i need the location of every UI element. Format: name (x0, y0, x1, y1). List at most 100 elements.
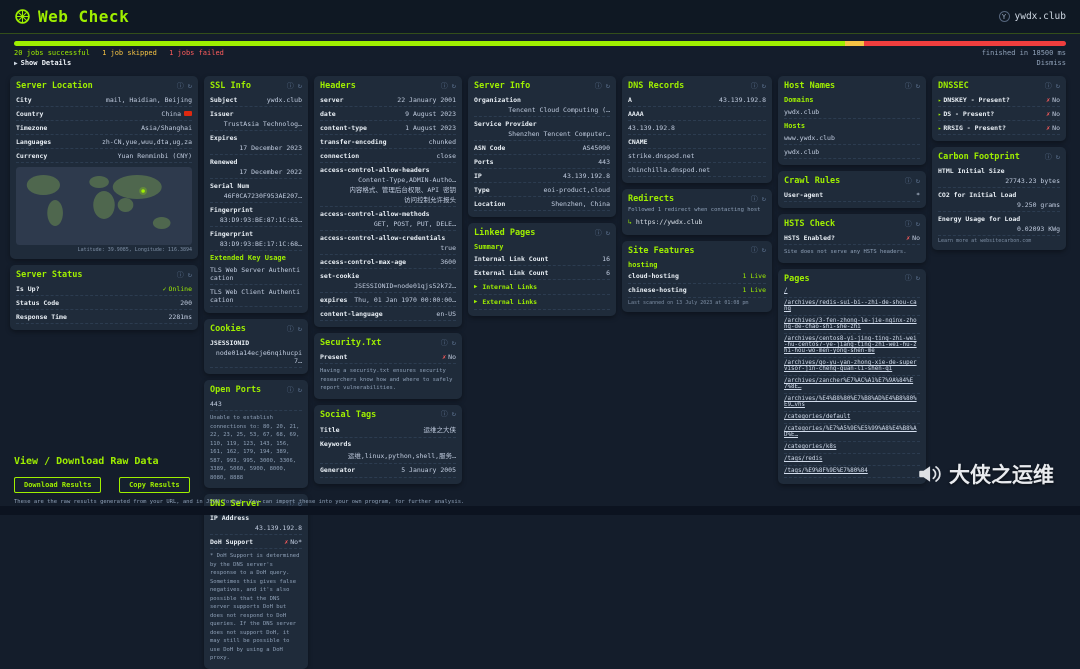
info-icon[interactable]: ⓘ (1045, 82, 1052, 90)
info-icon[interactable]: ⓘ (905, 275, 912, 282)
page-link[interactable]: / (784, 286, 920, 298)
refresh-icon[interactable]: ↻ (762, 82, 766, 90)
redirect-destination[interactable]: ↳ https://ywdx.club (628, 215, 766, 229)
info-icon[interactable]: ⓘ (751, 247, 758, 254)
table-row: connection close (320, 149, 456, 163)
scanned-site[interactable]: Y ywdx.club (998, 11, 1066, 22)
table-row: Serial Num 46F0CA7230F953AE207… (210, 179, 302, 203)
finished-time-text: finished in 18500 ms (981, 49, 1066, 57)
row-label: Timezone (16, 123, 48, 132)
refresh-icon[interactable]: ↻ (916, 82, 920, 90)
results-grid: Server Location ⓘ ↻ City mail, Haidian, … (0, 67, 1080, 669)
row-label: Serial Num (210, 181, 250, 190)
info-icon[interactable]: ⓘ (177, 82, 184, 90)
links-expander[interactable]: ▶ External Links (474, 295, 610, 310)
info-icon[interactable]: ⓘ (595, 82, 602, 90)
row-value: 27743.23 bytes (1005, 176, 1060, 185)
info-icon[interactable]: ⓘ (287, 82, 294, 90)
refresh-icon[interactable]: ↻ (916, 275, 920, 282)
chevron-right-icon: ▶ (474, 284, 478, 290)
page-link[interactable]: /categories/k8s (784, 442, 920, 454)
row-label: Is Up? (16, 284, 40, 293)
row-value: 2281ms (168, 312, 192, 321)
column-1: Server Location ⓘ ↻ City mail, Haidian, … (10, 76, 198, 330)
info-icon[interactable]: ⓘ (287, 325, 294, 333)
download-results-button[interactable]: Download Results (14, 477, 102, 493)
info-icon[interactable]: ⓘ (177, 271, 184, 279)
row-value: 22 January 2001 (397, 95, 456, 104)
show-details-toggle[interactable]: ▶ Show Details (14, 59, 71, 67)
refresh-icon[interactable]: ↻ (1056, 153, 1060, 161)
row-label: connection (320, 151, 360, 160)
info-icon[interactable]: ⓘ (751, 82, 758, 90)
refresh-icon[interactable]: ↻ (298, 82, 302, 90)
row-label: Internal Link Count (474, 254, 549, 263)
page-link[interactable]: /categories/default (784, 412, 920, 424)
refresh-icon[interactable]: ↻ (762, 195, 766, 203)
refresh-icon[interactable]: ↻ (1056, 82, 1060, 90)
dismiss-button[interactable]: Dismiss (1036, 59, 1066, 67)
row-value: Asia/Shanghai (141, 123, 192, 132)
refresh-icon[interactable]: ↻ (606, 82, 610, 90)
refresh-icon[interactable]: ↻ (452, 339, 456, 347)
card-redirects: Redirects ⓘ ↻ Followed 1 redirect when c… (622, 189, 772, 235)
info-icon[interactable]: ⓘ (1045, 153, 1052, 161)
row-label: CO2 for Initial Load (938, 190, 1017, 199)
cross-icon: ✗ (1046, 123, 1051, 132)
card-title: Carbon Footprint (938, 152, 1020, 162)
row-value: mail, Haidian, Beijing (105, 95, 192, 104)
table-row: Languages zh-CN,yue,wuu,dta,ug,za (16, 135, 192, 149)
row-label: Organization (474, 95, 521, 104)
refresh-icon[interactable]: ↻ (188, 271, 192, 279)
info-icon[interactable]: ⓘ (441, 411, 448, 418)
dnssec-row[interactable]: ▸ RRSIG - Present? ✗ No (938, 121, 1060, 135)
refresh-icon[interactable]: ↻ (606, 229, 610, 237)
info-icon[interactable]: ⓘ (905, 177, 912, 185)
copy-results-button[interactable]: Copy Results (119, 477, 190, 493)
info-icon[interactable]: ⓘ (905, 220, 912, 228)
refresh-icon[interactable]: ↻ (452, 411, 456, 418)
refresh-icon[interactable]: ↻ (452, 82, 456, 90)
dnssec-row[interactable]: ▸ DNSKEY - Present? ✗ No (938, 93, 1060, 107)
cross-icon: ✗ (442, 352, 447, 361)
refresh-icon[interactable]: ↻ (298, 325, 302, 333)
page-link[interactable]: /archives/3-fen-zhong-le-jie-nginx-zhong… (784, 316, 920, 334)
page-link[interactable]: /archives/redis-sui-bi--zhi-de-shou-cang (784, 298, 920, 316)
dnssec-row[interactable]: ▸ DS - Present? ✗ No (938, 107, 1060, 121)
ssl-extended-key-usage-heading: Extended Key Usage (210, 254, 286, 262)
refresh-icon[interactable]: ↻ (762, 247, 766, 254)
page-link[interactable]: /archives/centos8-yi-jing-ting-zhi-wei-h… (784, 334, 920, 358)
table-row: Renewed 17 December 2022 (210, 155, 302, 179)
dns-record-value: 43.139.192.8 (628, 121, 766, 135)
page-link[interactable]: /archives/go-yu-yan-zhong-xie-de-supervi… (784, 358, 920, 376)
info-icon[interactable]: ⓘ (751, 195, 758, 203)
row-label: set-cookie (320, 271, 360, 280)
table-row: Response Time 2281ms (16, 310, 192, 324)
info-icon[interactable]: ⓘ (287, 386, 294, 394)
row-label: Renewed (210, 157, 238, 166)
row-value: 200 (180, 298, 192, 307)
info-icon[interactable]: ⓘ (441, 82, 448, 90)
info-icon[interactable]: ⓘ (441, 339, 448, 347)
page-link[interactable]: /archives/zancher%E7%AC%A1%E7%9A%84%E7%8… (784, 376, 920, 394)
links-expander[interactable]: ▶ Internal Links (474, 280, 610, 295)
page-link[interactable]: /tags/%E9%8F%9E%E7%80%84 (784, 466, 920, 478)
page-link[interactable]: /tags/redis (784, 454, 920, 466)
row-label: DoH Support (210, 537, 254, 546)
table-row: transfer-encoding chunked (320, 135, 456, 149)
refresh-icon[interactable]: ↻ (298, 386, 302, 394)
page-link[interactable]: /archives/%E4%B8%80%E7%B8%AD%E4%B8%80%E9… (784, 394, 920, 412)
column-3: Headers ⓘ ↻ server 22 January 2001 date … (314, 76, 462, 484)
card-carbon-footprint: Carbon Footprint ⓘ ↻ HTML Initial Size 2… (932, 147, 1066, 250)
card-server-info: Server Info ⓘ ↻ Organization Tencent Clo… (468, 76, 616, 217)
info-icon[interactable]: ⓘ (595, 229, 602, 237)
app-brand[interactable]: Web Check (14, 7, 129, 26)
refresh-icon[interactable]: ↻ (916, 177, 920, 185)
refresh-icon[interactable]: ↻ (188, 82, 192, 90)
map-marker (141, 189, 145, 193)
card-site-features: Site Features ⓘ ↻ hosting cloud-hosting … (622, 240, 772, 312)
refresh-icon[interactable]: ↻ (916, 220, 920, 228)
page-link[interactable]: /categories/%E7%A5%9E%E5%99%A8%E4%B8%AD%… (784, 424, 920, 442)
info-icon[interactable]: ⓘ (905, 82, 912, 90)
row-value: * (916, 190, 920, 199)
